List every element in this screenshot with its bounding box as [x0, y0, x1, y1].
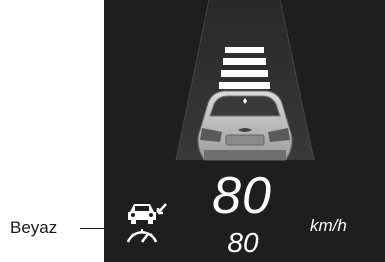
car-icon — [197, 90, 293, 161]
figure: Beyaz 80 km/h 80 — [0, 0, 385, 262]
distance-bar — [223, 58, 266, 65]
set-speed: 80 — [227, 227, 259, 258]
distance-bar — [225, 47, 264, 53]
distance-bar — [219, 82, 270, 89]
radar-cruise-control-icon — [126, 203, 167, 243]
speed-unit: km/h — [310, 216, 347, 235]
current-speed: 80 — [212, 167, 272, 225]
head-up-display: 80 km/h 80 — [104, 0, 385, 262]
callout-label: Beyaz — [10, 218, 58, 237]
distance-bar — [221, 70, 268, 77]
